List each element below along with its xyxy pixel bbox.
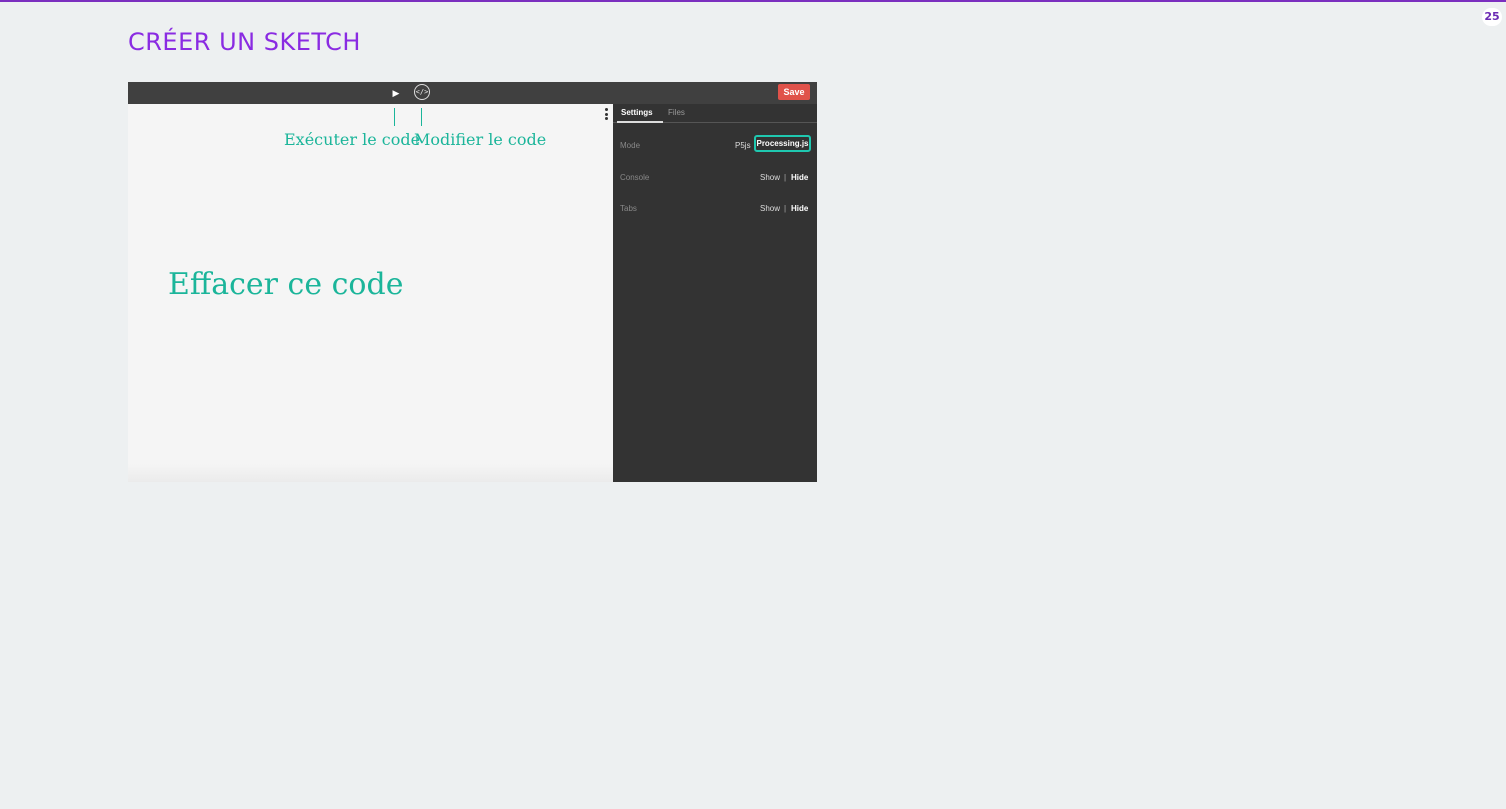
clear-code-label: Effacer ce code [168,267,404,302]
slide-title: CRÉER UN SKETCH [128,28,361,56]
save-button[interactable]: Save [778,84,810,100]
settings-tabs: Settings Files [613,104,817,123]
code-icon[interactable]: </> [414,84,430,100]
editor-fade [128,464,613,482]
edit-callout: Modifier le code [414,130,547,149]
tabs-separator: | [784,204,787,213]
mode-option-p5js[interactable]: P5js [735,141,751,150]
tabs-hide[interactable]: Hide [791,204,808,213]
settings-panel: Settings Files Mode P5js Processing.js C… [613,104,817,482]
console-show[interactable]: Show [760,173,780,182]
tab-settings[interactable]: Settings [617,108,662,123]
top-rule [0,0,1506,2]
edit-callout-line [421,108,422,126]
page-number: 25 [1482,8,1502,26]
console-separator: | [784,173,787,182]
toolbar: ▶ </> Save [128,82,817,104]
mode-option-processingjs[interactable]: Processing.js [754,135,811,152]
mode-label: Mode [620,141,641,150]
console-hide[interactable]: Hide [791,173,808,182]
tab-files[interactable]: Files [668,108,685,117]
app-screenshot: ▶ </> Save Exécuter le code Modifier le … [128,82,817,482]
run-callout: Exécuter le code [284,130,421,149]
tabs-show[interactable]: Show [760,204,780,213]
console-label: Console [620,173,650,182]
kebab-menu-icon[interactable] [605,108,609,122]
play-icon[interactable]: ▶ [390,87,402,99]
tabs-label: Tabs [620,204,637,213]
run-callout-line [394,108,395,126]
